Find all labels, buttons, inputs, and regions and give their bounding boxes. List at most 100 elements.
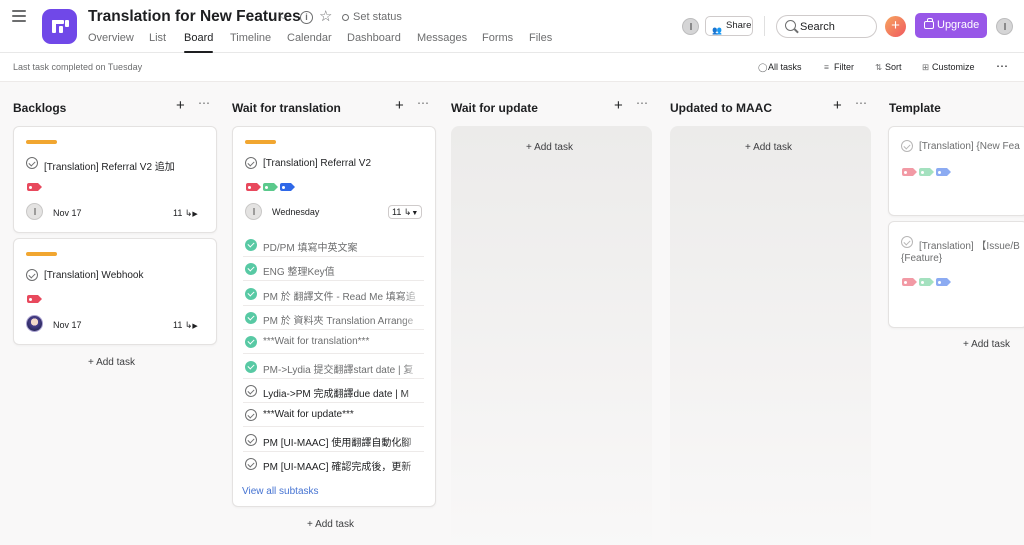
task-card[interactable]: [Translation] Referral V2 Wednesday 11 ↳… [232,126,436,507]
complete-check-icon[interactable] [26,157,38,169]
add-task-button[interactable]: + Add task [526,142,573,153]
subtask-check-icon[interactable] [245,239,257,251]
column-title-wait-for-update[interactable]: Wait for update [451,101,538,115]
template-card[interactable]: [Translation] {New Fea [888,126,1024,216]
tab-files[interactable]: Files [529,32,552,53]
tab-messages[interactable]: Messages [417,32,467,53]
subtask-row[interactable]: PM->Lydia 提交翻譯start date | 复 [243,355,424,379]
subtask-row[interactable]: PM [UI-MAAC] 使用翻譯自動化腳 [243,428,424,452]
subtask-row[interactable]: Lydia->PM 完成翻譯due date | M [243,379,424,403]
subtask-row[interactable]: PM 於 翻譯文件 - Read Me 填寫追 [243,282,424,306]
tab-calendar[interactable]: Calendar [287,32,332,53]
column-title-template[interactable]: Template [889,101,941,115]
subtask-row[interactable]: ENG 整理Key值 [243,257,424,281]
check-circle-icon: ◯ [758,62,768,72]
complete-check-icon[interactable] [901,140,913,152]
last-completed-text: Last task completed on Tuesday [13,62,143,72]
tab-dashboard[interactable]: Dashboard [347,32,401,53]
subtask-label: ***Wait for translation*** [263,336,370,347]
assignee-avatar[interactable] [26,203,43,220]
subtask-row[interactable]: PM [UI-MAAC] 確認完成後，更新 [243,452,424,476]
tab-timeline[interactable]: Timeline [230,32,271,53]
subtask-label: ENG 整理Key值 [263,267,335,278]
project-title[interactable]: Translation for New Features [88,8,301,26]
column-more-icon[interactable]: ⋯ [417,96,430,110]
subtask-check-icon[interactable] [245,458,257,470]
subtask-check-icon[interactable] [245,263,257,275]
project-header: Translation for New Features ⌵ i ☆ Set s… [0,0,1024,53]
tab-board[interactable]: Board [184,32,214,53]
add-card-plus-icon[interactable]: + [395,97,404,114]
column-more-icon[interactable]: ⋯ [855,96,868,110]
add-card-plus-icon[interactable]: + [176,97,185,114]
add-card-plus-icon[interactable]: + [833,97,842,114]
tag-icon [919,168,934,176]
member-avatar[interactable] [682,18,699,35]
upgrade-label: Upgrade [937,19,980,31]
search-input[interactable]: Search [776,15,877,38]
info-icon[interactable]: i [300,11,313,24]
customize-button[interactable]: ⊞ Customize [922,62,975,73]
subtask-check-icon[interactable] [245,312,257,324]
subtask-check-icon[interactable] [245,434,257,446]
subtask-check-icon[interactable] [245,288,257,300]
tab-forms[interactable]: Forms [482,32,513,53]
tag-icon [936,168,951,176]
column-title-backlogs[interactable]: Backlogs [13,101,66,115]
star-icon[interactable]: ☆ [319,7,332,25]
column-title-wait-for-translation[interactable]: Wait for translation [232,101,341,115]
more-options-icon[interactable]: ⋯ [996,59,1009,73]
subtask-row[interactable]: PD/PM 填寫中英文案 [243,233,424,257]
tab-list[interactable]: List [149,32,166,53]
subtask-count[interactable]: 11 ↳▼ [388,205,423,219]
subtask-count[interactable]: 11 ↳▶ [173,208,198,219]
share-label: Share [726,20,752,31]
add-task-button[interactable]: + Add task [88,357,135,368]
task-card[interactable]: [Translation] Referral V2 追加 Nov 17 11 ↳… [13,126,217,233]
share-button[interactable]: 👥 Share [705,16,753,36]
tag-icon [27,183,42,191]
due-date[interactable]: Wednesday [272,207,319,217]
subtask-row[interactable]: PM 於 資料夾 Translation Arrange [243,306,424,330]
add-task-button[interactable]: + Add task [307,519,354,530]
tab-overview[interactable]: Overview [88,32,134,53]
template-card[interactable]: [Translation] 【Issue/B {Feature} [888,221,1024,328]
view-all-subtasks-link[interactable]: View all subtasks [242,486,319,497]
complete-check-icon[interactable] [245,157,257,169]
sort-button[interactable]: ⇅ Sort [875,62,902,73]
column-more-icon[interactable]: ⋯ [636,96,649,110]
user-avatar[interactable] [996,18,1013,35]
share-people-icon: 👥 [712,26,722,35]
subtask-label: ***Wait for update*** [263,409,354,420]
hamburger-menu-icon[interactable] [12,10,26,24]
add-task-button[interactable]: + Add task [963,339,1010,350]
header-divider [764,16,765,36]
column-more-icon[interactable]: ⋯ [198,96,211,110]
assignee-avatar[interactable] [245,203,262,220]
create-plus-button[interactable]: + [885,16,906,37]
add-card-plus-icon[interactable]: + [614,97,623,114]
subtask-row[interactable]: ***Wait for translation*** [243,330,424,354]
subtask-check-icon[interactable] [245,336,257,348]
subtask-check-icon[interactable] [245,385,257,397]
upgrade-button[interactable]: Upgrade [915,13,987,38]
subtask-row[interactable]: ***Wait for update*** [243,403,424,427]
due-date[interactable]: Nov 17 [53,320,82,330]
add-task-button[interactable]: + Add task [745,142,792,153]
subtask-check-icon[interactable] [245,361,257,373]
all-tasks-button[interactable]: ◯All tasks [758,62,802,73]
set-status-button[interactable]: Set status [353,11,402,23]
due-date[interactable]: Nov 17 [53,208,82,218]
subtask-count[interactable]: 11 ↳▶ [173,320,198,331]
status-circle-icon [342,14,349,21]
task-card[interactable]: [Translation] Webhook Nov 17 11 ↳▶ [13,238,217,345]
column-title-updated-to-maac[interactable]: Updated to MAAC [670,101,772,115]
subtask-check-icon[interactable] [245,409,257,421]
chevron-down-icon[interactable]: ⌵ [279,10,287,23]
complete-check-icon[interactable] [26,269,38,281]
complete-check-icon[interactable] [901,236,913,248]
filter-button[interactable]: ≡ Filter [824,62,854,72]
assignee-avatar[interactable] [26,315,43,332]
board-area: Backlogs + ⋯ [Translation] Referral V2 追… [0,82,1024,545]
subtask-count-value: 11 [392,207,402,217]
